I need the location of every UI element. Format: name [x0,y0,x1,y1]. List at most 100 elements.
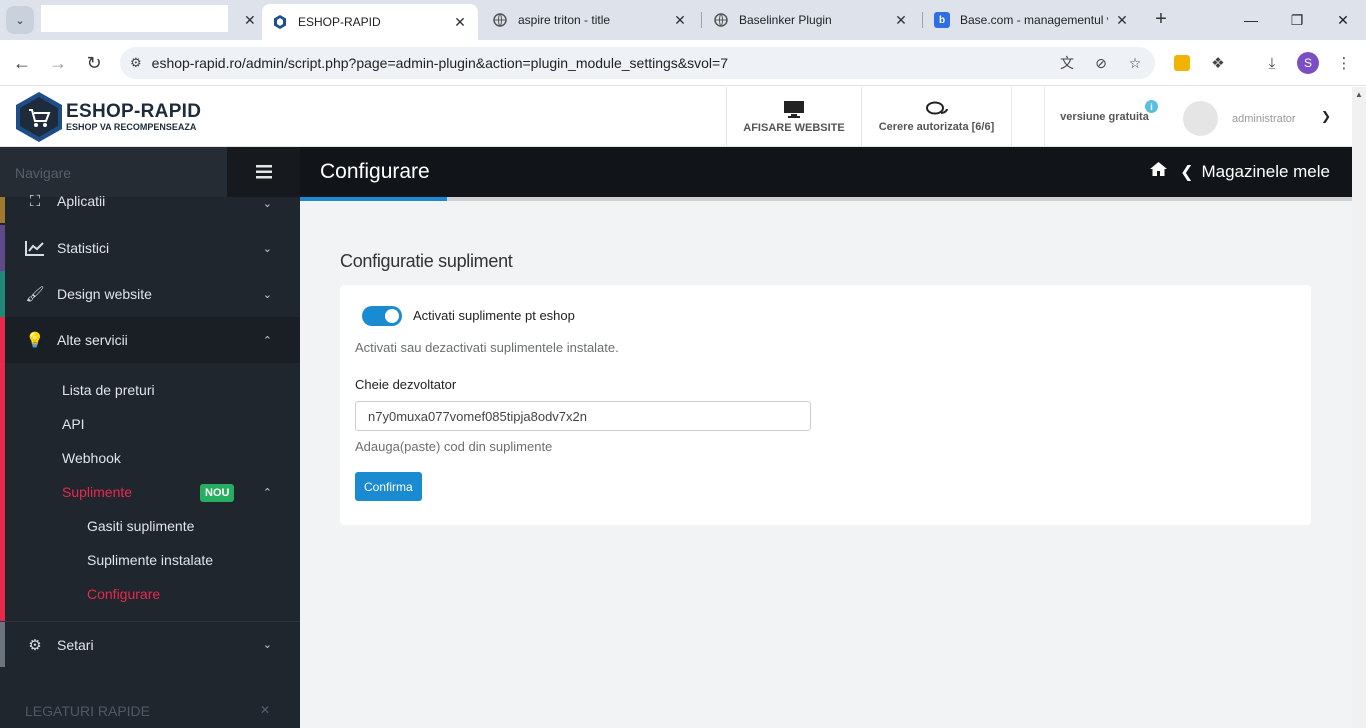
chevron-down-icon[interactable]: ❯ [1321,109,1331,123]
sidebar-item-webhook[interactable]: Webhook [5,441,300,475]
logo[interactable]: ESHOP-RAPID ESHOP VA RECOMPENSEAZA [14,91,201,143]
tab-baselinker[interactable]: Baselinker Plugin ✕ [703,4,919,36]
sidebar-item-design-website[interactable]: 🖌 Design website ⌄ [0,271,300,317]
tab-title: Base.com - managementul v [960,13,1108,27]
hex-logo-icon [14,91,64,143]
url-text[interactable]: eshop-rapid.ro/admin/script.php?page=adm… [152,55,728,71]
scroll-up-icon[interactable]: ▲ [1355,90,1363,99]
close-icon[interactable]: ✕ [672,12,688,29]
sidebar: Navigare ⛶ Aplicatii ⌄ Statistici ⌄ 🖌 De… [0,147,300,728]
tab-title: Baselinker Plugin [739,13,832,27]
profile-avatar[interactable]: S [1297,52,1319,74]
reload-button[interactable]: ↻ [80,49,108,77]
puzzle-icon[interactable]: ❖ [1207,52,1229,74]
tab-search-button[interactable]: ⌄ [6,6,34,34]
sidebar-item-label: Suplimente instalate [87,552,214,568]
eye-slash-icon[interactable]: ⊘ [1091,53,1111,73]
version-label: versiune gratuita [1060,111,1149,123]
close-icon[interactable]: ✕ [260,703,270,717]
main-content: Configuratie supliment Activati suplimen… [300,201,1352,728]
extension-icon[interactable] [1171,52,1193,74]
globe-icon [713,12,729,28]
chevron-up-icon[interactable]: ⌃ [263,486,272,499]
show-website-label: AFISARE WEBSITE [743,122,845,134]
chevron-down-icon[interactable]: ⌄ [263,197,272,210]
developer-key-input[interactable] [355,401,811,431]
breadcrumb-link[interactable]: Magazinele mele [1201,162,1330,182]
page-title: Configurare [320,160,430,183]
app-header: ESHOP-RAPID ESHOP VA RECOMPENSEAZA AFISA… [0,87,1352,147]
star-icon[interactable]: ☆ [1125,53,1145,73]
avatar[interactable] [1183,101,1218,136]
close-window-button[interactable]: ✕ [1320,0,1366,40]
sidebar-item-suplimente[interactable]: Suplimente NOU ⌃ [5,475,300,509]
sidebar-item-lista-preturi[interactable]: Lista de preturi [5,373,300,407]
sidebar-item-label: Webhook [62,450,121,466]
comments-icon [925,101,948,115]
new-tab-button[interactable]: + [1150,8,1172,30]
tab-title: ESHOP-RAPID [298,15,381,29]
minimize-button[interactable]: — [1228,0,1274,40]
gamepad-icon: ⛶ [29,192,41,210]
chevron-down-icon[interactable]: ⌄ [263,638,272,651]
close-icon[interactable]: ✕ [244,12,256,29]
chevron-down-icon[interactable]: ⌄ [263,288,272,301]
sidebar-edge [0,225,5,271]
download-icon[interactable]: ⤓ [1261,52,1283,74]
lightbulb-icon: 💡 [25,332,45,349]
show-website-button[interactable]: AFISARE WEBSITE [726,87,861,147]
scrollbar[interactable] [1352,87,1366,728]
sidebar-item-gasiti-suplimente[interactable]: Gasiti suplimente [5,509,300,543]
tab-eshop-rapid[interactable]: ESHOP-RAPID ✕ [262,4,478,40]
sidebar-edge [0,197,5,223]
logo-subtitle: ESHOP VA RECOMPENSEAZA [66,122,197,132]
submenu-alte-servicii: Lista de preturi API Webhook Suplimente … [0,363,300,621]
sidebar-item-alte-servicii[interactable]: 💡 Alte servicii ⌃ [0,317,300,363]
new-badge: NOU [200,484,235,502]
header-spacer [1011,87,1044,147]
sidebar-edge [0,622,5,667]
sidebar-item-label: Statistici [57,240,110,256]
version-box[interactable]: versiune gratuita [1044,87,1164,147]
tab-blank-close[interactable]: ✕ [228,4,256,36]
base-b-icon: b [934,12,950,28]
sidebar-item-suplimente-instalate[interactable]: Suplimente instalate [5,543,300,577]
back-button[interactable]: ← [8,49,36,77]
close-icon[interactable]: ✕ [893,12,909,29]
home-icon[interactable] [1149,161,1168,182]
translate-icon[interactable]: 文 [1057,53,1077,73]
sidebar-item-aplicatii[interactable]: ⛶ Aplicatii ⌄ [0,193,300,223]
sidebar-item-api[interactable]: API [5,407,300,441]
user-name[interactable]: administrator [1232,113,1296,125]
auth-request-button[interactable]: Cerere autorizata [6/6] [861,87,1011,147]
developer-key-help: Adauga(paste) cod din suplimente [355,439,553,454]
chevron-left-icon[interactable]: ❮ [1180,162,1193,182]
restore-button[interactable]: ❐ [1274,0,1320,40]
tab-aspire-triton[interactable]: aspire triton - title ✕ [482,4,698,36]
hamburger-icon[interactable] [227,147,300,197]
sidebar-item-setari[interactable]: ⚙ Setari ⌄ [0,621,300,667]
tab-blank[interactable] [41,5,228,32]
sidebar-item-statistici[interactable]: Statistici ⌄ [0,225,300,271]
forward-button[interactable]: → [44,49,72,77]
site-settings-icon[interactable]: ⚙ [130,55,142,71]
page-title-bar: Configurare ❮ Magazinele mele [300,147,1352,201]
close-icon[interactable]: ✕ [1114,12,1130,29]
addons-toggle[interactable] [362,306,402,326]
sidebar-item-label: Aplicatii [57,193,106,209]
info-icon[interactable]: i [1145,100,1158,113]
sidebar-item-label: Suplimente [62,484,133,500]
address-bar[interactable]: ⚙ eshop-rapid.ro/admin/script.php?page=a… [120,47,1155,79]
confirm-button[interactable]: Confirma [355,472,422,501]
chevron-down-icon[interactable]: ⌄ [263,242,272,255]
nav-label: Navigare [0,147,227,197]
sidebar-item-label: Configurare [87,586,161,602]
brush-icon: 🖌 [25,286,45,303]
chevron-up-icon[interactable]: ⌃ [263,334,272,347]
breadcrumb: ❮ Magazinele mele [1149,161,1330,182]
close-icon[interactable]: ✕ [452,14,468,31]
sidebar-item-configurare[interactable]: Configurare [5,577,300,611]
menu-dots-icon[interactable]: ⋮ [1333,52,1355,74]
toggle-knob [385,309,399,323]
tab-base-com[interactable]: b Base.com - managementul v ✕ [924,4,1140,36]
